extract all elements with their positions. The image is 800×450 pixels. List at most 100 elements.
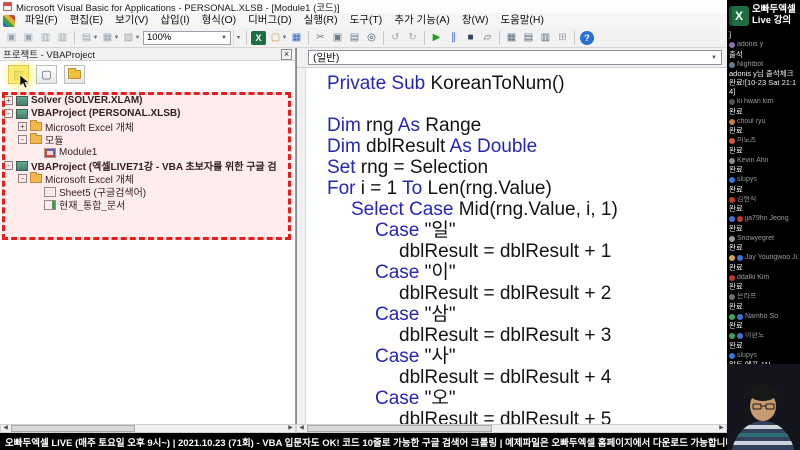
design-mode-icon[interactable]: ▱: [479, 30, 496, 46]
bring-to-front-icon[interactable]: ▣: [3, 30, 20, 46]
save-icon[interactable]: ▦: [288, 30, 305, 46]
reset-icon[interactable]: ■: [462, 30, 479, 46]
menu-item-run[interactable]: 실행(R): [298, 13, 344, 28]
tree-expand-toggle[interactable]: +: [18, 122, 27, 131]
run-icon[interactable]: ▶: [428, 30, 445, 46]
properties-window-icon[interactable]: ▤: [520, 30, 537, 46]
chat-message-0: ]: [729, 30, 798, 39]
channel-name: 오빠두엑셀 Live 강의: [752, 4, 796, 26]
menu-item-window[interactable]: 창(W): [456, 13, 495, 28]
chat-message-6: Kevin Ahn 완료: [729, 157, 798, 174]
redo-icon[interactable]: ↻: [404, 30, 421, 46]
undo-icon[interactable]: ↺: [387, 30, 404, 46]
zoom-combo-value: 100%: [147, 32, 172, 43]
tree-item-2[interactable]: + Microsoft Excel 개체: [0, 120, 293, 133]
toolbar: ▣ ▣ ▥ ▥ ▤ ▼ ▦ ▼ ▧ ▼ 100% ▼ ▾ X ▢ ▼ ▦ ✂ ▣ ▤ ◎ ↺ ↻ ▶ ∥ ■ ▱ ▦ ▤ ▥ ⊞?: [0, 28, 727, 48]
view-code-button[interactable]: ▤: [0, 58, 40, 94]
object-dropdown-value: (일반): [313, 52, 340, 64]
chat-author: 은라프: [729, 293, 798, 302]
chevron-down-icon[interactable]: ▼: [92, 35, 99, 41]
scroll-right-icon[interactable]: ▶: [286, 425, 295, 432]
tree-item-5[interactable]: - VBAProject (엑셀LIVE71강 - VBA 초보자를 위한 구글 …: [0, 159, 293, 172]
toolbar-options-icon[interactable]: ▾: [233, 29, 243, 46]
code-editor[interactable]: Private Sub KoreanToNum() Dim rng As Ran…: [307, 68, 727, 424]
object-browser-icon[interactable]: ▥: [537, 30, 554, 46]
folder-icon: [30, 120, 42, 131]
tree-item-8[interactable]: 현재_통합_문서: [0, 198, 293, 211]
tree-expand-toggle[interactable]: +: [4, 96, 13, 105]
toggle-folders-button[interactable]: [64, 65, 85, 84]
toolbar-separator: [424, 30, 425, 45]
chevron-down-icon[interactable]: ▼: [134, 35, 141, 41]
code-line-10: dblResult = dblResult + 2: [327, 283, 727, 304]
toolbox-icon[interactable]: ⊞: [554, 30, 571, 46]
channel-brand: X 오빠두엑셀 Live 강의: [727, 0, 800, 30]
book-icon: [16, 160, 28, 171]
keyword-token: Set: [327, 157, 356, 178]
scroll-thumb[interactable]: [11, 425, 136, 432]
view-object-button[interactable]: ▢: [36, 65, 57, 84]
tree-expand-toggle[interactable]: -: [18, 174, 27, 183]
keyword-token: Case: [375, 220, 420, 241]
break-icon[interactable]: ∥: [445, 30, 462, 46]
chat-message-text: 완료: [729, 184, 743, 194]
tree-item-0[interactable]: + Solver (SOLVER.XLAM): [0, 94, 293, 107]
tree-item-label: VBAProject (PERSONAL.XLSB): [31, 108, 181, 119]
vba-app-icon: [3, 2, 12, 11]
code-token: "오": [419, 388, 456, 409]
scroll-left-icon[interactable]: ◀: [1, 425, 10, 432]
tree-expand-toggle[interactable]: -: [4, 161, 13, 170]
tree-item-3[interactable]: - 모듈: [0, 133, 293, 146]
chat-message-5: 미노즈 완료: [729, 137, 798, 155]
cut-icon[interactable]: ✂: [312, 30, 329, 46]
channel-name-line2: Live 강의: [752, 14, 792, 26]
code-horizontal-scrollbar[interactable]: ◀ ▶: [296, 424, 727, 433]
menu-item-debug[interactable]: 디버그(D): [242, 13, 298, 28]
scroll-track[interactable]: [10, 425, 286, 432]
group-icon[interactable]: ▥: [37, 30, 54, 46]
book-icon: [16, 108, 28, 119]
keyword-token: Private: [327, 73, 387, 94]
menu-item-help[interactable]: 도움말(H): [494, 13, 550, 28]
scroll-right-icon[interactable]: ▶: [717, 425, 726, 432]
object-dropdown[interactable]: (일반) ▼: [308, 50, 722, 65]
tree-item-4[interactable]: Module1: [0, 146, 293, 159]
menu-item-tools[interactable]: 도구(T): [344, 13, 389, 28]
tree-expand-toggle[interactable]: -: [4, 109, 13, 118]
tree-expand-toggle[interactable]: -: [18, 135, 27, 144]
project-explorer-icon[interactable]: ▦: [503, 30, 520, 46]
chevron-down-icon[interactable]: ▼: [113, 35, 120, 41]
send-to-back-icon[interactable]: ▣: [20, 30, 37, 46]
menu-item-add-ins[interactable]: 추가 기능(A): [388, 13, 456, 28]
keyword-token: Sub: [391, 73, 426, 94]
menu-item-edit[interactable]: 편집(E): [64, 13, 109, 28]
find-icon[interactable]: ◎: [363, 30, 380, 46]
view-excel-icon[interactable]: X: [251, 30, 266, 45]
menu-item-view[interactable]: 보기(V): [109, 13, 154, 28]
scroll-left-icon[interactable]: ◀: [297, 425, 306, 432]
chevron-down-icon: ▼: [711, 54, 717, 61]
code-line-5: For i = 1 To Len(rng.Value): [327, 178, 727, 199]
help-icon[interactable]: ?: [580, 30, 594, 45]
scroll-track[interactable]: [306, 425, 717, 432]
chevron-down-icon[interactable]: ▼: [281, 35, 288, 41]
chat-message-text: 완료: [729, 301, 743, 311]
paste-icon[interactable]: ▤: [346, 30, 363, 46]
scroll-thumb[interactable]: [307, 425, 492, 432]
menu-item-format[interactable]: 형식(O): [196, 13, 242, 28]
menu-item-insert[interactable]: 삽입(I): [154, 13, 195, 28]
code-token: "삼": [419, 304, 456, 325]
tree-item-7[interactable]: Sheet5 (구글검색어): [0, 185, 293, 198]
code-line-11: Case "삼": [327, 304, 727, 325]
tree-item-6[interactable]: - Microsoft Excel 개체: [0, 172, 293, 185]
menu-item-file[interactable]: 파일(F): [19, 13, 64, 28]
ungroup-icon[interactable]: ▥: [54, 30, 71, 46]
copy-icon[interactable]: ▣: [329, 30, 346, 46]
close-icon[interactable]: ×: [281, 48, 292, 60]
zoom-combo[interactable]: 100% ▼: [143, 30, 231, 45]
project-horizontal-scrollbar[interactable]: ◀ ▶: [0, 424, 296, 433]
chat-author-name: slupys: [737, 176, 757, 183]
toolbar-separator: [308, 30, 309, 45]
tree-item-1[interactable]: - VBAProject (PERSONAL.XLSB): [0, 107, 293, 120]
chat-author: Namho So: [729, 313, 798, 322]
